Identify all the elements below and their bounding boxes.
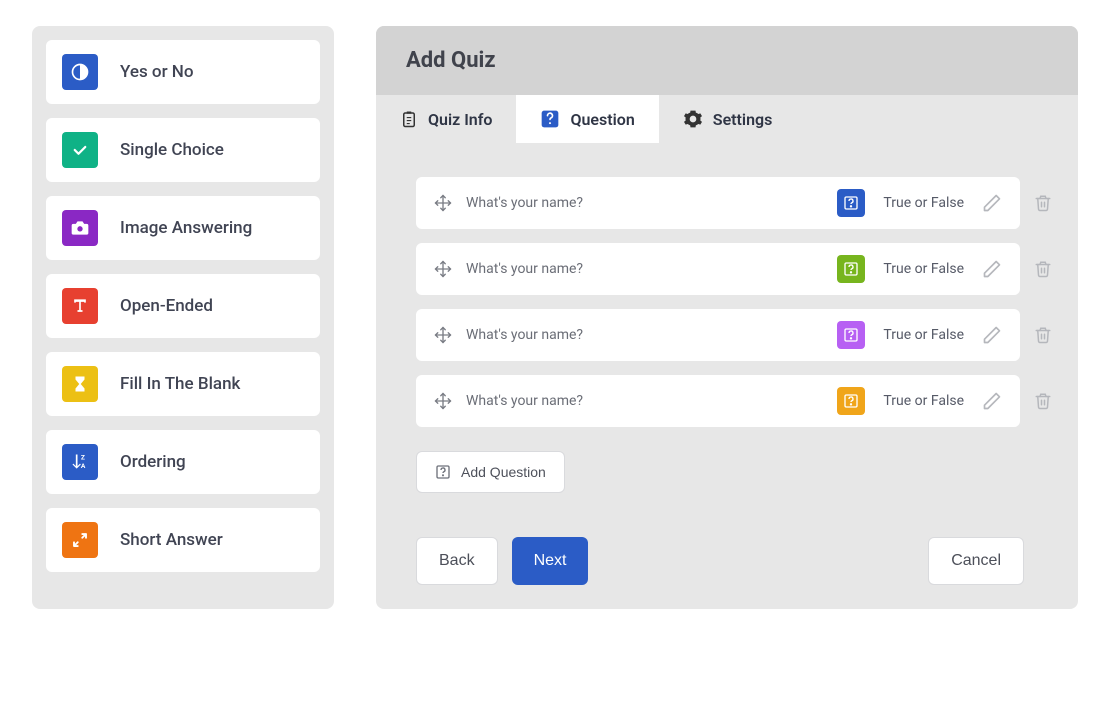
delete-icon[interactable] xyxy=(1032,325,1054,345)
tab-question[interactable]: Question xyxy=(516,95,658,143)
drag-handle-icon[interactable] xyxy=(434,392,452,410)
panel-header: Add Quiz xyxy=(376,26,1078,95)
add-question-button[interactable]: Add Question xyxy=(416,451,565,493)
drag-handle-icon[interactable] xyxy=(434,194,452,212)
type-label: Image Answering xyxy=(120,218,252,238)
svg-text:Z: Z xyxy=(81,454,85,462)
question-type-label: True or False xyxy=(883,195,964,211)
question-card[interactable]: What's your name? True or False xyxy=(416,309,1020,361)
question-type-label: True or False xyxy=(883,261,964,277)
question-card[interactable]: What's your name? True or False xyxy=(416,177,1020,229)
type-label: Yes or No xyxy=(120,62,194,82)
type-card-ordering[interactable]: ZA Ordering xyxy=(46,430,320,494)
cancel-button[interactable]: Cancel xyxy=(928,537,1024,585)
question-row: What's your name? True or False xyxy=(416,309,1054,361)
question-text: What's your name? xyxy=(466,195,583,211)
type-card-image-answering[interactable]: Image Answering xyxy=(46,196,320,260)
type-label: Fill In The Blank xyxy=(120,374,240,394)
question-card[interactable]: What's your name? True or False xyxy=(416,243,1020,295)
type-label: Ordering xyxy=(120,452,186,472)
question-row: What's your name? True or False xyxy=(416,375,1054,427)
drag-handle-icon[interactable] xyxy=(434,260,452,278)
back-button[interactable]: Back xyxy=(416,537,498,585)
quiz-builder-panel: Add Quiz Quiz Info Question Settings What'… xyxy=(376,26,1078,609)
question-type-badge-icon xyxy=(837,387,865,415)
tab-label: Quiz Info xyxy=(428,110,492,129)
tab-settings[interactable]: Settings xyxy=(659,95,797,143)
type-card-single-choice[interactable]: Single Choice xyxy=(46,118,320,182)
expand-icon xyxy=(62,522,98,558)
tab-label: Question xyxy=(570,110,634,129)
text-icon xyxy=(62,288,98,324)
type-label: Single Choice xyxy=(120,140,224,160)
sortza-icon: ZA xyxy=(62,444,98,480)
tab-label: Settings xyxy=(713,110,773,129)
question-type-label: True or False xyxy=(883,327,964,343)
question-icon xyxy=(435,464,451,480)
question-text: What's your name? xyxy=(466,327,583,343)
type-label: Open-Ended xyxy=(120,296,213,316)
edit-icon[interactable] xyxy=(982,391,1002,411)
type-card-fill-in-the-blank[interactable]: Fill In The Blank xyxy=(46,352,320,416)
gear-icon xyxy=(683,109,703,129)
tab-quiz-info[interactable]: Quiz Info xyxy=(376,95,516,143)
contrast-icon xyxy=(62,54,98,90)
question-text: What's your name? xyxy=(466,393,583,409)
question-row: What's your name? True or False xyxy=(416,243,1054,295)
edit-icon[interactable] xyxy=(982,259,1002,279)
type-label: Short Answer xyxy=(120,530,223,550)
check-icon xyxy=(62,132,98,168)
camera-icon xyxy=(62,210,98,246)
footer-actions: Back Next Cancel xyxy=(416,537,1054,585)
question-type-badge-icon xyxy=(837,189,865,217)
question-type-badge-icon xyxy=(837,321,865,349)
drag-handle-icon[interactable] xyxy=(434,326,452,344)
type-card-open-ended[interactable]: Open-Ended xyxy=(46,274,320,338)
hourglass-icon xyxy=(62,366,98,402)
question-text: What's your name? xyxy=(466,261,583,277)
add-question-label: Add Question xyxy=(461,464,546,480)
question-card[interactable]: What's your name? True or False xyxy=(416,375,1020,427)
clipboard-icon xyxy=(400,110,418,128)
next-button[interactable]: Next xyxy=(512,537,589,585)
question-types-panel: Yes or No Single Choice Image Answering Ope… xyxy=(32,26,334,609)
question-type-label: True or False xyxy=(883,393,964,409)
edit-icon[interactable] xyxy=(982,325,1002,345)
question-type-badge-icon xyxy=(837,255,865,283)
edit-icon[interactable] xyxy=(982,193,1002,213)
type-card-short-answer[interactable]: Short Answer xyxy=(46,508,320,572)
question-icon xyxy=(540,109,560,129)
panel-title: Add Quiz xyxy=(406,48,1048,73)
tabs: Quiz Info Question Settings xyxy=(376,95,1078,143)
question-row: What's your name? True or False xyxy=(416,177,1054,229)
svg-text:A: A xyxy=(81,462,86,470)
type-card-yes-or-no[interactable]: Yes or No xyxy=(46,40,320,104)
delete-icon[interactable] xyxy=(1032,259,1054,279)
delete-icon[interactable] xyxy=(1032,193,1054,213)
delete-icon[interactable] xyxy=(1032,391,1054,411)
